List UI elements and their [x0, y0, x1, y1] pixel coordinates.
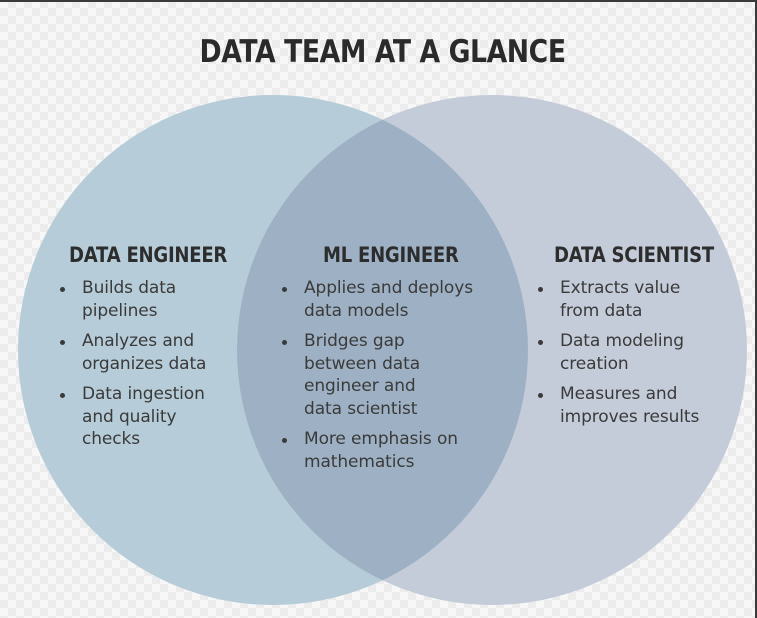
list-item-text: Data ingestion and quality checks [82, 384, 205, 449]
list-item: Bridges gap between data engineer and da… [280, 330, 481, 420]
list-item-text: More emphasis on mathematics [304, 429, 458, 472]
list-item: Analyzes and organizes data [58, 330, 253, 375]
data-scientist-column: DATA SCIENTIST Extracts value from data … [536, 243, 740, 436]
list-item-text: Extracts value from data [560, 278, 681, 321]
list-item: Data ingestion and quality checks [58, 383, 253, 451]
data-scientist-list: Extracts value from data Data modeling c… [536, 277, 740, 428]
bullet-icon [60, 393, 65, 398]
list-item-text: Applies and deploys data models [304, 278, 473, 321]
bullet-icon [60, 340, 65, 345]
bullet-icon [60, 287, 65, 292]
list-item: Extracts value from data [536, 277, 740, 322]
list-item-text: Bridges gap between data engineer and da… [304, 331, 421, 419]
ml-engineer-heading: ML ENGINEER [323, 243, 459, 267]
bullet-icon [538, 393, 543, 398]
ml-engineer-list: Applies and deploys data models Bridges … [280, 277, 481, 473]
list-item: Applies and deploys data models [280, 277, 481, 322]
list-item-text: Measures and improves results [560, 384, 700, 427]
ml-engineer-column: ML ENGINEER Applies and deploys data mod… [280, 243, 481, 481]
list-item: Data modeling creation [536, 330, 740, 375]
bullet-icon [282, 340, 287, 345]
data-engineer-heading: DATA ENGINEER [69, 243, 228, 267]
list-item: Measures and improves results [536, 383, 740, 428]
bullet-icon [538, 287, 543, 292]
list-item-text: Builds data pipelines [82, 278, 177, 321]
bullet-icon [538, 340, 543, 345]
bullet-icon [282, 438, 287, 443]
list-item: Builds data pipelines [58, 277, 253, 322]
data-engineer-list: Builds data pipelines Analyzes and organ… [58, 277, 253, 451]
list-item: More emphasis on mathematics [280, 428, 481, 473]
bullet-icon [282, 287, 287, 292]
data-engineer-column: DATA ENGINEER Builds data pipelines Anal… [58, 243, 253, 459]
list-item-text: Data modeling creation [560, 331, 684, 374]
data-scientist-heading: DATA SCIENTIST [554, 243, 714, 267]
list-item-text: Analyzes and organizes data [82, 331, 207, 374]
page-title: DATA TEAM AT A GLANCE [199, 34, 567, 70]
